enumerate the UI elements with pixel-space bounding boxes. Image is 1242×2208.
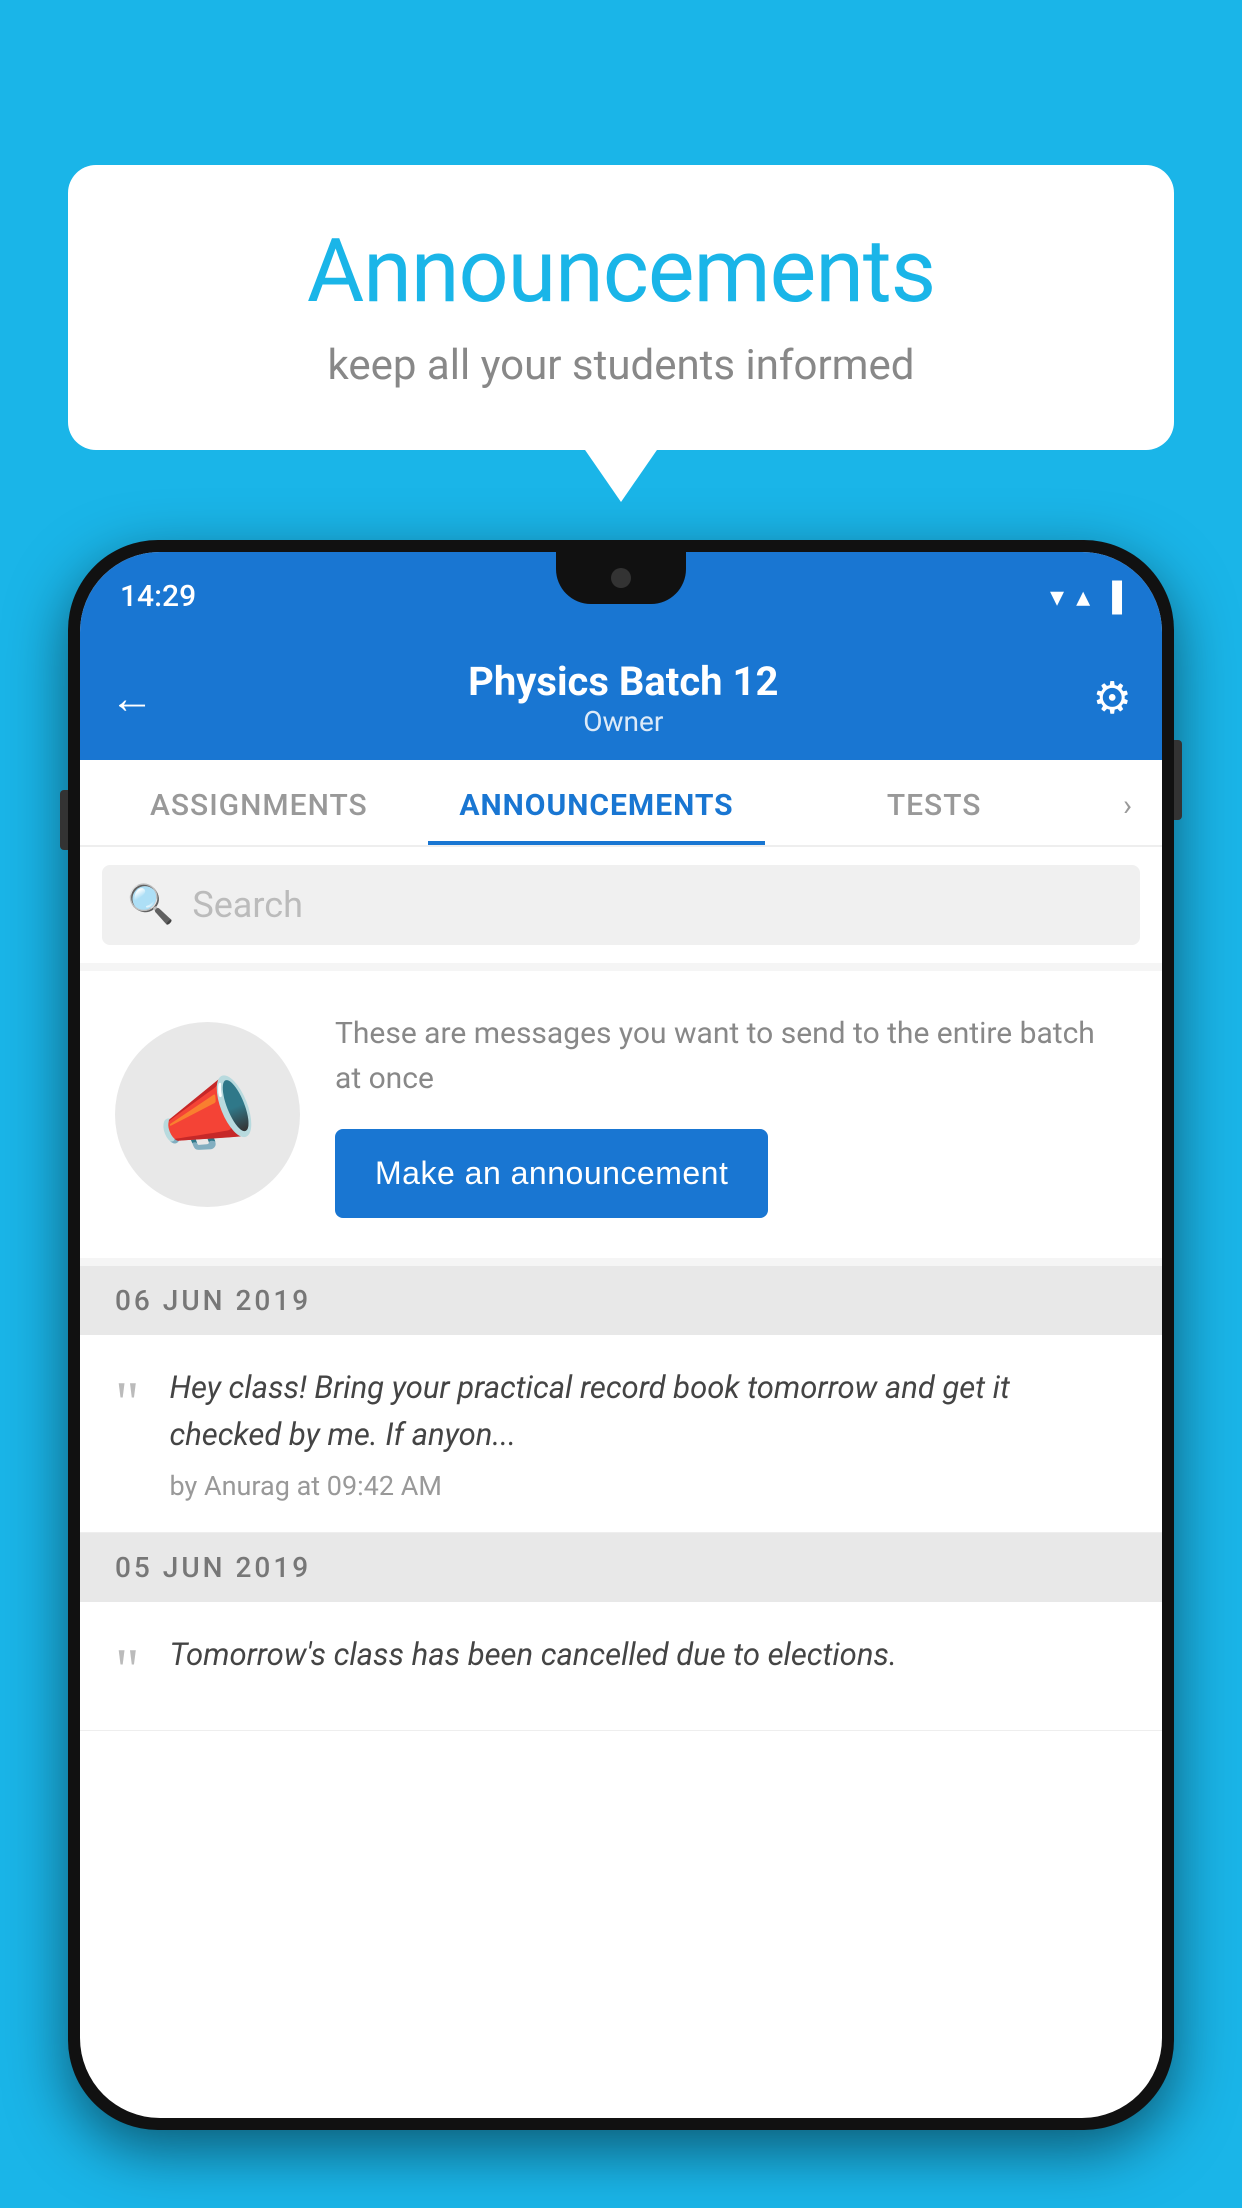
date-label-1: 06 JUN 2019 (115, 1284, 311, 1317)
content-area: 🔍 Search 📣 These are messages you want t… (80, 847, 1162, 1731)
camera (611, 568, 631, 588)
search-icon: 🔍 (127, 883, 174, 927)
header-title: Physics Batch 12 (468, 658, 778, 705)
date-section-2: 05 JUN 2019 (80, 1533, 1162, 1602)
announcement-content-2: Tomorrow's class has been cancelled due … (170, 1632, 1128, 1691)
announcement-item-2[interactable]: " Tomorrow's class has been cancelled du… (80, 1602, 1162, 1731)
phone-side-button-left (60, 790, 68, 850)
status-icons: ▾ ▴ ▐ (1050, 580, 1122, 613)
search-container: 🔍 Search (80, 847, 1162, 963)
announcement-prompt: 📣 These are messages you want to send to… (80, 971, 1162, 1258)
speech-bubble: Announcements keep all your students inf… (68, 165, 1174, 450)
notch (556, 552, 686, 604)
status-time: 14:29 (120, 579, 196, 614)
megaphone-circle: 📣 (115, 1022, 300, 1207)
bubble-title: Announcements (128, 220, 1114, 323)
announcement-author-1: by Anurag at 09:42 AM (170, 1470, 1128, 1502)
announcement-text-1: Hey class! Bring your practical record b… (170, 1365, 1128, 1458)
header-center: Physics Batch 12 Owner (468, 658, 778, 738)
megaphone-icon: 📣 (158, 1068, 258, 1162)
tab-assignments[interactable]: ASSIGNMENTS (90, 760, 428, 845)
date-section-1: 06 JUN 2019 (80, 1266, 1162, 1335)
bubble-subtitle: keep all your students informed (128, 341, 1114, 390)
announcement-content-1: Hey class! Bring your practical record b… (170, 1365, 1128, 1502)
phone-outer: 14:29 ▾ ▴ ▐ ← Physics Batch 12 Owner ⚙ (68, 540, 1174, 2130)
announcement-text-2: Tomorrow's class has been cancelled due … (170, 1632, 1128, 1679)
back-button[interactable]: ← (110, 676, 154, 720)
settings-icon[interactable]: ⚙ (1093, 672, 1132, 724)
announcement-item-1[interactable]: " Hey class! Bring your practical record… (80, 1335, 1162, 1533)
quote-icon-1: " (115, 1373, 140, 1433)
date-label-2: 05 JUN 2019 (115, 1551, 311, 1584)
speech-bubble-container: Announcements keep all your students inf… (68, 165, 1174, 450)
phone-screen: 14:29 ▾ ▴ ▐ ← Physics Batch 12 Owner ⚙ (80, 552, 1162, 2118)
status-bar: 14:29 ▾ ▴ ▐ (80, 552, 1162, 640)
phone-side-button-right (1174, 740, 1182, 820)
tab-tests[interactable]: TESTS (765, 760, 1103, 845)
header-subtitle: Owner (468, 705, 778, 738)
prompt-right: These are messages you want to send to t… (335, 1011, 1127, 1218)
app-header: ← Physics Batch 12 Owner ⚙ (80, 640, 1162, 760)
prompt-description: These are messages you want to send to t… (335, 1011, 1127, 1101)
tab-announcements[interactable]: ANNOUNCEMENTS (428, 760, 766, 845)
wifi-icon: ▾ (1050, 580, 1064, 613)
battery-icon: ▐ (1102, 580, 1122, 613)
search-bar[interactable]: 🔍 Search (102, 865, 1140, 945)
tab-more[interactable]: › (1103, 760, 1152, 845)
make-announcement-button[interactable]: Make an announcement (335, 1129, 768, 1218)
search-placeholder: Search (192, 884, 303, 926)
signal-icon: ▴ (1076, 580, 1090, 613)
phone-wrapper: 14:29 ▾ ▴ ▐ ← Physics Batch 12 Owner ⚙ (68, 540, 1174, 2208)
tabs-bar: ASSIGNMENTS ANNOUNCEMENTS TESTS › (80, 760, 1162, 847)
quote-icon-2: " (115, 1640, 140, 1700)
